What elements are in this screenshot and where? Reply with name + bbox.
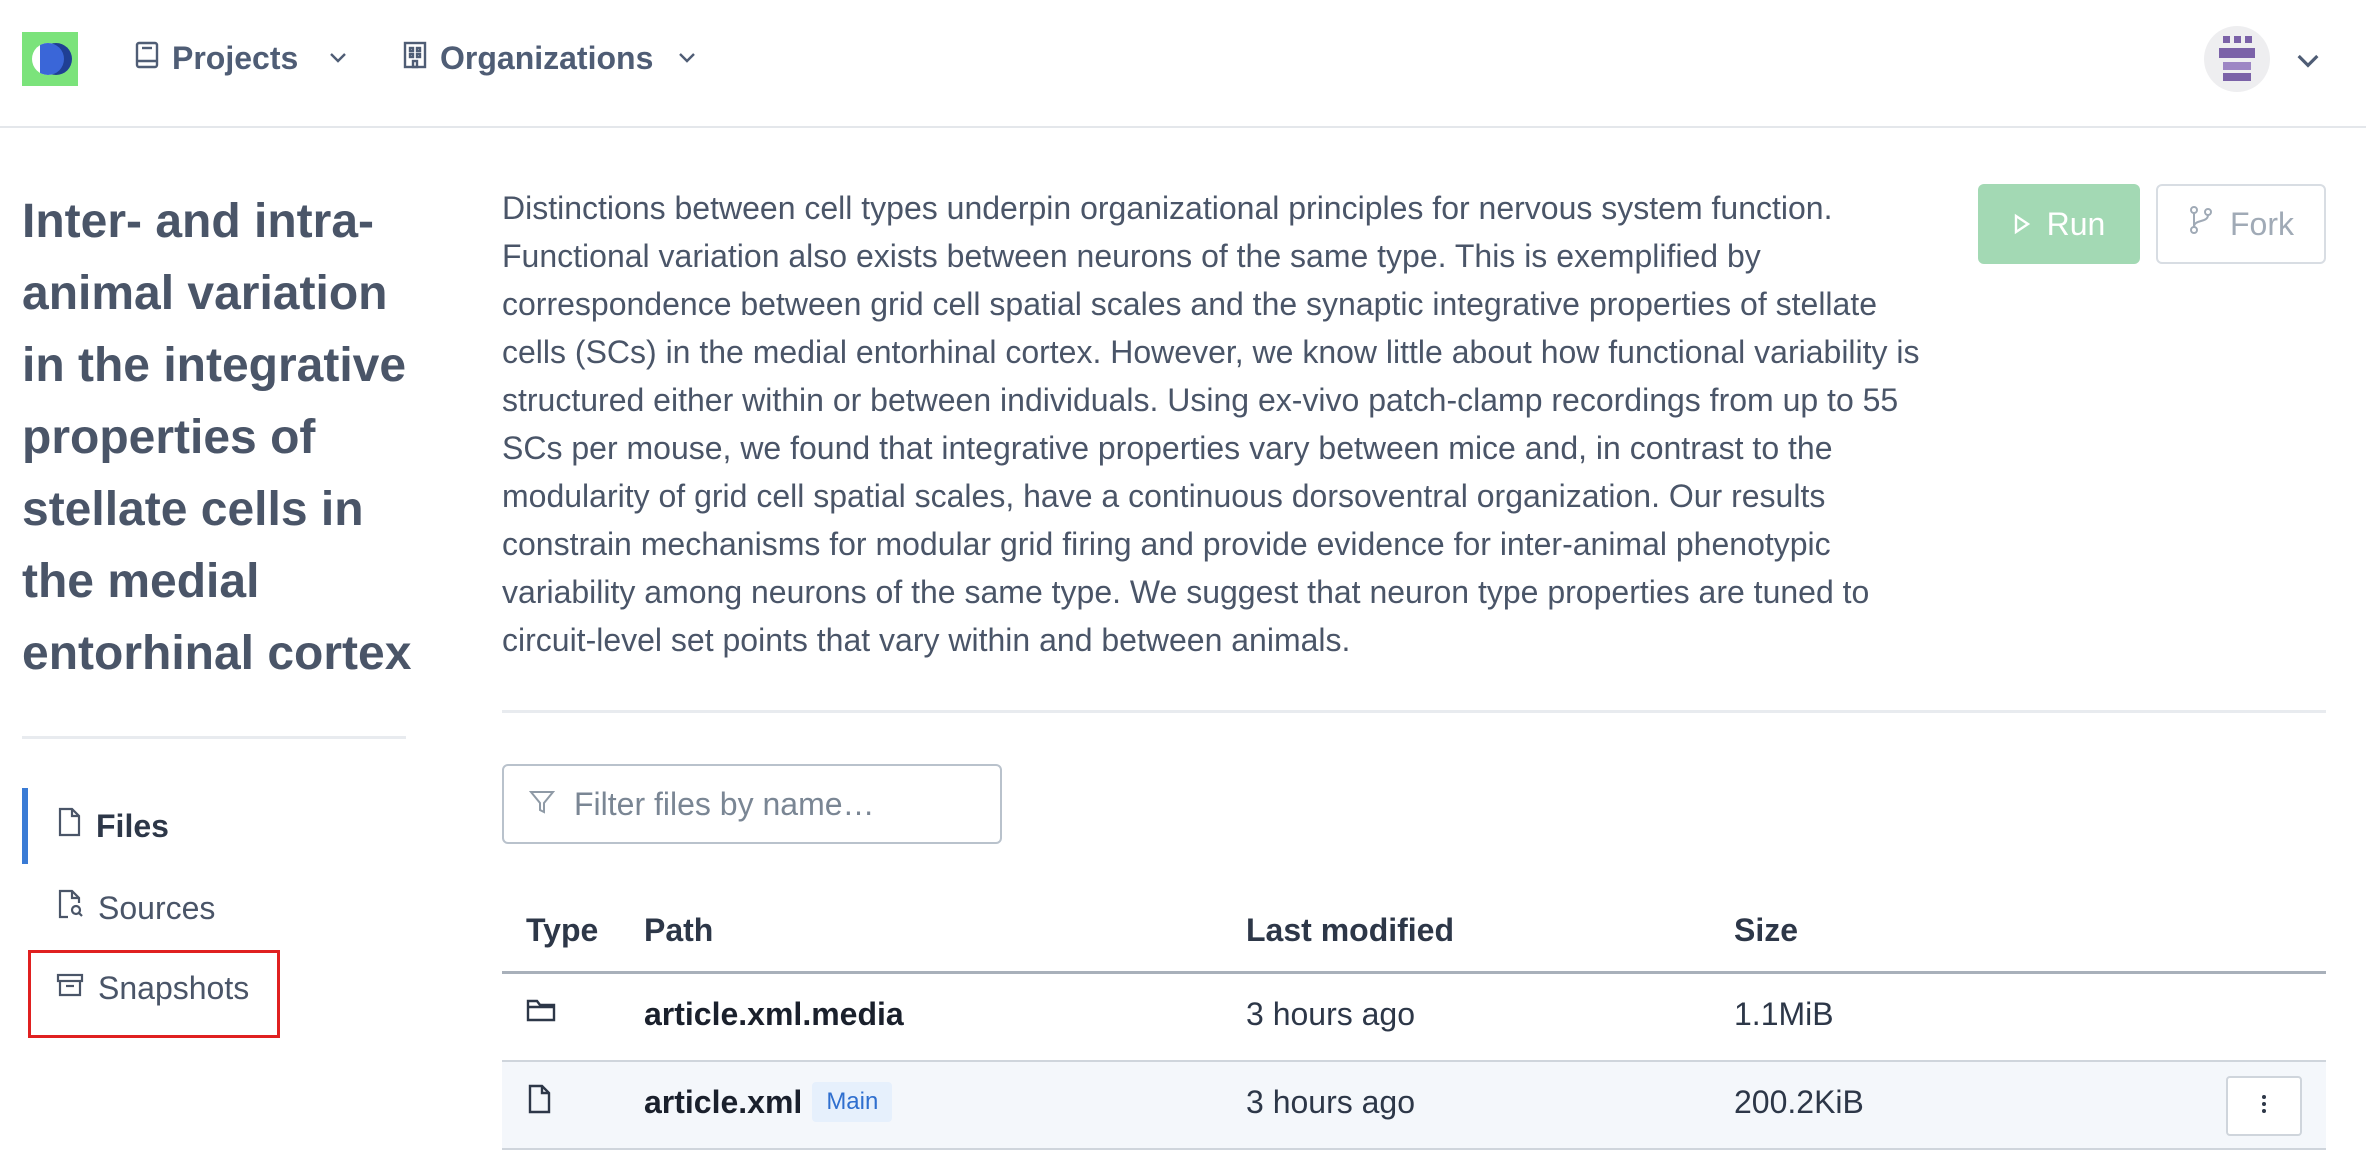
- project-title: Inter- and intra-animal variation in the…: [22, 195, 412, 680]
- filter-icon: [528, 788, 556, 821]
- file-icon: [56, 807, 82, 845]
- file-search-icon: [56, 889, 84, 927]
- file-size: 1.1MiB: [1734, 996, 1834, 1032]
- divider: [502, 710, 2326, 713]
- file-path[interactable]: article.xml Main: [644, 1081, 893, 1125]
- fork-button-label: Fork: [2230, 205, 2294, 242]
- projects-menu[interactable]: Projects: [134, 34, 350, 82]
- table-header: Type Path Last modified Size: [502, 892, 2326, 974]
- chevron-down-icon: [675, 40, 699, 77]
- files-table: Type Path Last modified Size article.xml…: [502, 892, 2326, 1150]
- file-size: 200.2KiB: [1734, 1084, 1864, 1120]
- run-button[interactable]: Run: [1978, 184, 2140, 264]
- sidebar-item-files[interactable]: Files: [22, 788, 372, 864]
- table-row[interactable]: article.xml.media 3 hours ago 1.1MiB: [502, 974, 2326, 1062]
- book-icon: [134, 40, 160, 77]
- main-badge: Main: [812, 1081, 893, 1122]
- table-row[interactable]: article.xml Main 3 hours ago 200.2KiB: [502, 1062, 2326, 1150]
- more-options-button[interactable]: [2226, 1076, 2302, 1136]
- file-path-label: article.xml: [644, 1084, 803, 1120]
- last-modified: 3 hours ago: [1246, 996, 1416, 1032]
- more-vertical-icon: [2260, 1092, 2268, 1121]
- sidebar-item-sources[interactable]: Sources: [22, 870, 372, 946]
- git-fork-icon: [2188, 205, 2214, 243]
- run-button-label: Run: [2046, 205, 2106, 242]
- column-header-last-modified[interactable]: Last modified: [1246, 912, 1454, 949]
- app-logo-icon[interactable]: [22, 32, 78, 86]
- column-header-type[interactable]: Type: [526, 912, 598, 949]
- file-path[interactable]: article.xml.media: [644, 996, 904, 1033]
- user-avatar-icon[interactable]: [2204, 26, 2270, 92]
- sidebar-item-label: Files: [96, 807, 169, 844]
- chevron-down-icon: [326, 40, 350, 77]
- top-header: Projects Organizations: [0, 0, 2366, 128]
- project-description: Distinctions between cell types underpin…: [502, 190, 1920, 658]
- organizations-menu[interactable]: Organizations: [402, 34, 699, 82]
- sidebar-item-label: Sources: [98, 889, 216, 926]
- divider: [22, 736, 406, 739]
- chevron-down-icon[interactable]: [2292, 44, 2324, 76]
- column-header-path[interactable]: Path: [644, 912, 713, 949]
- filter-files-input[interactable]: [574, 785, 974, 823]
- highlight-box: [28, 950, 280, 1038]
- folder-icon: [526, 996, 556, 1029]
- projects-menu-label: Projects: [172, 39, 299, 76]
- file-icon: [526, 1084, 552, 1119]
- column-header-size[interactable]: Size: [1734, 912, 1798, 949]
- filter-files-field[interactable]: [502, 764, 1002, 844]
- last-modified: 3 hours ago: [1246, 1084, 1416, 1120]
- fork-button[interactable]: Fork: [2156, 184, 2326, 264]
- organizations-menu-label: Organizations: [440, 39, 654, 76]
- play-icon: [2013, 206, 2031, 243]
- building-icon: [402, 40, 428, 77]
